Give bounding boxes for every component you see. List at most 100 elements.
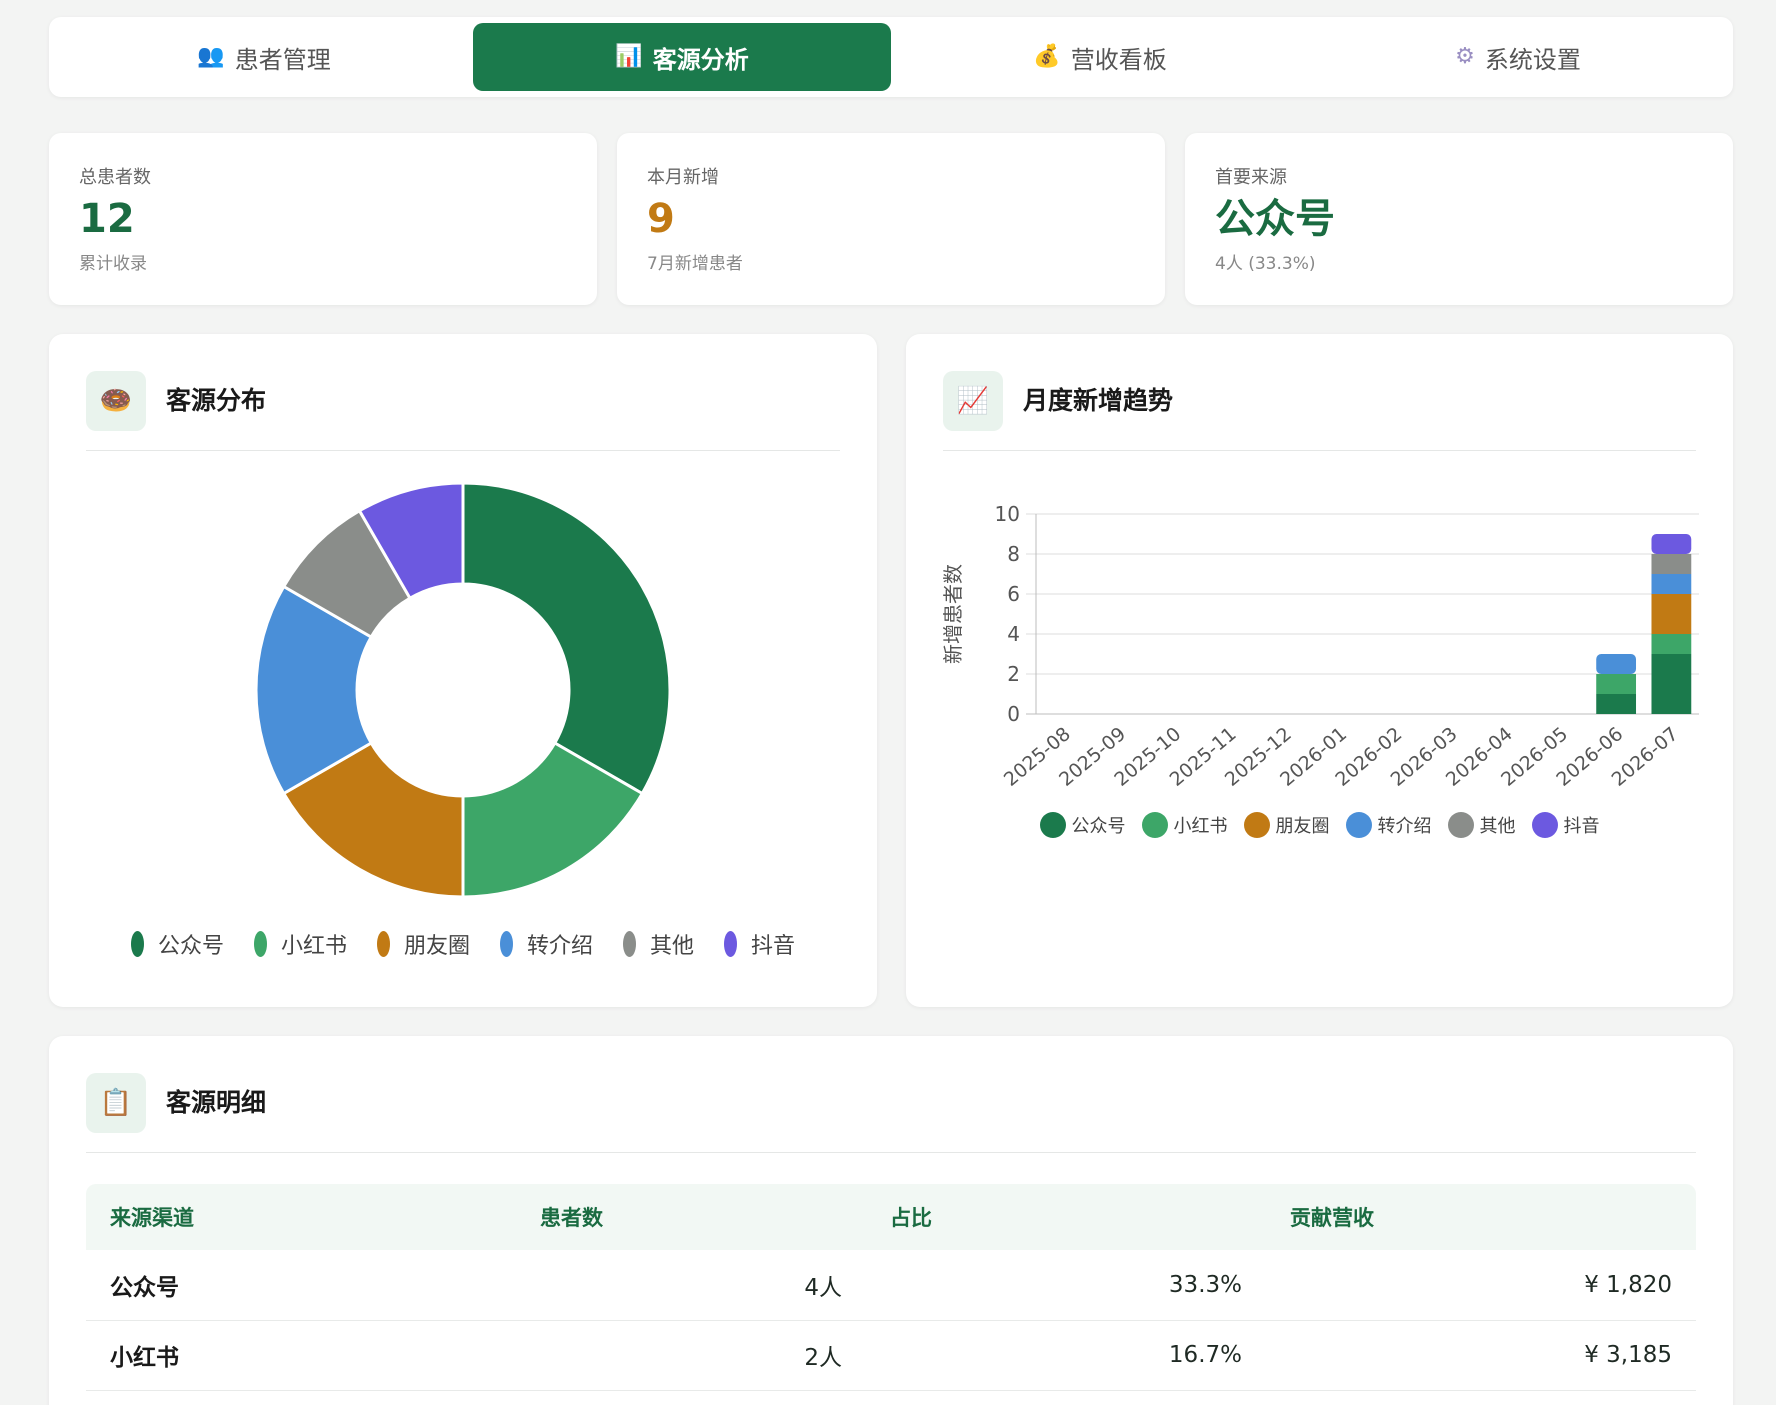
gear-icon: ⚙ bbox=[1455, 44, 1475, 69]
stat-label: 总患者数 bbox=[79, 167, 151, 188]
stat-label: 本月新增 bbox=[647, 167, 719, 188]
legend-item[interactable]: 公众号 bbox=[1039, 812, 1126, 838]
stat-value: 12 bbox=[79, 196, 135, 242]
people-icon: 👥 bbox=[197, 44, 225, 69]
detail-panel: 📋 客源明细 来源渠道 患者数 占比 贡献营收 公众号 4人 33.3% ¥ 1… bbox=[49, 1036, 1733, 1405]
y-tick-label: 8 bbox=[1007, 542, 1020, 566]
header-count[interactable]: 患者数 bbox=[516, 1184, 866, 1250]
legend-label: 公众号 bbox=[157, 934, 224, 959]
bar-segment[interactable] bbox=[1651, 594, 1692, 634]
legend-swatch bbox=[253, 931, 267, 957]
stat-value: 9 bbox=[647, 196, 675, 242]
legend-swatch bbox=[724, 931, 738, 957]
legend-label: 其他 bbox=[1479, 816, 1516, 837]
legend-item[interactable]: 小红书 bbox=[253, 928, 347, 960]
bar-segment[interactable] bbox=[1596, 674, 1637, 694]
bar-segment[interactable] bbox=[1596, 694, 1637, 714]
bar-segment[interactable] bbox=[1651, 534, 1692, 554]
legend-label: 转介绍 bbox=[1377, 816, 1432, 837]
table-row: 公众号 4人 33.3% ¥ 1,820 bbox=[86, 1250, 1696, 1321]
stacked-bar-chart: 0246810新增患者数2025-082025-092025-102025-11… bbox=[941, 502, 1699, 791]
legend-swatch bbox=[376, 931, 390, 957]
stat-card-total-patients: 总患者数 12 累计收录 bbox=[49, 133, 597, 305]
header-percentage[interactable]: 占比 bbox=[866, 1184, 1266, 1250]
legend-item[interactable]: 朋友圈 bbox=[1243, 812, 1330, 838]
stat-value: 公众号 bbox=[1215, 196, 1335, 242]
tab-source-analysis[interactable]: 📊 客源分析 bbox=[473, 23, 891, 91]
y-tick-label: 6 bbox=[1007, 582, 1020, 606]
header-revenue[interactable]: 贡献营收 bbox=[1266, 1184, 1696, 1250]
cell-source: 小红书 bbox=[86, 1320, 516, 1391]
bar-segment[interactable] bbox=[1596, 654, 1637, 674]
donut-chart bbox=[254, 481, 672, 899]
legend-item[interactable]: 抖音 bbox=[1531, 812, 1600, 838]
stat-label: 首要来源 bbox=[1215, 167, 1287, 188]
trend-panel: 📈 月度新增趋势 0 2 4 6 8 10 新增患者数 2025-08 2025-09 2025-… bbox=[906, 334, 1733, 1007]
legend-swatch bbox=[1345, 812, 1372, 838]
legend-item[interactable]: 朋友圈 bbox=[376, 928, 470, 960]
y-tick-label: 4 bbox=[1007, 622, 1020, 646]
legend-label: 转介绍 bbox=[527, 934, 594, 959]
legend-item[interactable]: 其他 bbox=[623, 928, 694, 960]
bar-segment[interactable] bbox=[1651, 554, 1692, 574]
bar-segment[interactable] bbox=[1651, 654, 1692, 714]
panel-title: 客源明细 bbox=[166, 1088, 267, 1117]
stat-card-top-source: 首要来源 公众号 4人 (33.3%) bbox=[1185, 133, 1733, 305]
money-bag-icon: 💰 bbox=[1033, 44, 1061, 69]
legend-swatch bbox=[1243, 812, 1270, 838]
cell-count: 4人 bbox=[516, 1250, 866, 1321]
cell-percentage: 16.7% bbox=[866, 1320, 1266, 1391]
table-row: 小红书 2人 16.7% ¥ 3,185 bbox=[86, 1320, 1696, 1391]
tab-revenue-board[interactable]: 💰 营收看板 bbox=[891, 23, 1309, 91]
legend-item[interactable]: 小红书 bbox=[1141, 812, 1228, 838]
legend-label: 其他 bbox=[650, 934, 695, 959]
legend-item[interactable]: 转介绍 bbox=[500, 928, 593, 960]
main-nav: 👥 患者管理 📊 客源分析 💰 营收看板 ⚙ 系统设置 bbox=[49, 17, 1733, 97]
legend-label: 朋友圈 bbox=[1275, 816, 1330, 837]
bar-legend: 公众号 小红书 朋友圈 转介绍 其他 抖音 bbox=[906, 807, 1733, 843]
legend-item[interactable]: 公众号 bbox=[130, 928, 224, 960]
stat-card-new-this-month: 本月新增 9 7月新增患者 bbox=[617, 133, 1165, 305]
header-source[interactable]: 来源渠道 bbox=[86, 1184, 516, 1250]
panel-header: 📋 客源明细 bbox=[86, 1073, 1696, 1153]
y-tick-label: 0 bbox=[1007, 702, 1020, 726]
donut-icon: 🍩 bbox=[86, 371, 146, 431]
bar-segment[interactable] bbox=[1651, 634, 1692, 654]
line-chart-icon: 📈 bbox=[943, 371, 1003, 431]
legend-label: 公众号 bbox=[1071, 816, 1126, 837]
y-tick-label: 10 bbox=[995, 502, 1020, 526]
legend-label: 小红书 bbox=[1173, 816, 1228, 837]
cell-source: 公众号 bbox=[86, 1250, 516, 1321]
legend-swatch bbox=[1039, 812, 1066, 838]
distribution-panel: 🍩 客源分布 公众号 小红书 朋友圈 转介绍 其他 抖音 bbox=[49, 334, 877, 1007]
legend-swatch bbox=[1141, 812, 1168, 838]
legend-label: 抖音 bbox=[751, 934, 796, 959]
tab-patient-management[interactable]: 👥 患者管理 bbox=[55, 23, 473, 91]
donut-slice-1[interactable] bbox=[461, 481, 672, 796]
tab-system-settings[interactable]: ⚙ 系统设置 bbox=[1309, 23, 1727, 91]
stat-sub: 累计收录 bbox=[79, 254, 147, 274]
y-axis-label: 新增患者数 bbox=[941, 564, 965, 664]
legend-swatch bbox=[623, 931, 637, 957]
cell-revenue: ¥ 3,185 bbox=[1266, 1320, 1696, 1391]
legend-item[interactable]: 其他 bbox=[1447, 812, 1516, 838]
bar-chart-icon: 📊 bbox=[615, 44, 643, 69]
cell-revenue: ¥ 1,820 bbox=[1266, 1250, 1696, 1321]
legend-label: 朋友圈 bbox=[403, 934, 470, 959]
legend-swatch bbox=[130, 931, 144, 957]
panel-header: 📈 月度新增趋势 bbox=[943, 371, 1696, 451]
y-tick-label: 2 bbox=[1007, 662, 1020, 686]
legend-item[interactable]: 抖音 bbox=[724, 928, 795, 960]
donut-legend: 公众号 小红书 朋友圈 转介绍 其他 抖音 bbox=[49, 924, 877, 964]
clipboard-icon: 📋 bbox=[86, 1073, 146, 1133]
cell-count: 2人 bbox=[516, 1320, 866, 1391]
stat-sub: 4人 (33.3%) bbox=[1215, 254, 1316, 274]
legend-swatch bbox=[1447, 812, 1474, 838]
stat-sub: 7月新增患者 bbox=[647, 254, 743, 274]
panel-header: 🍩 客源分布 bbox=[86, 371, 840, 451]
cell-percentage: 33.3% bbox=[866, 1250, 1266, 1321]
panel-title: 月度新增趋势 bbox=[1023, 386, 1174, 415]
legend-item[interactable]: 转介绍 bbox=[1345, 812, 1432, 838]
panel-title: 客源分布 bbox=[166, 386, 267, 415]
bar-segment[interactable] bbox=[1651, 574, 1692, 594]
